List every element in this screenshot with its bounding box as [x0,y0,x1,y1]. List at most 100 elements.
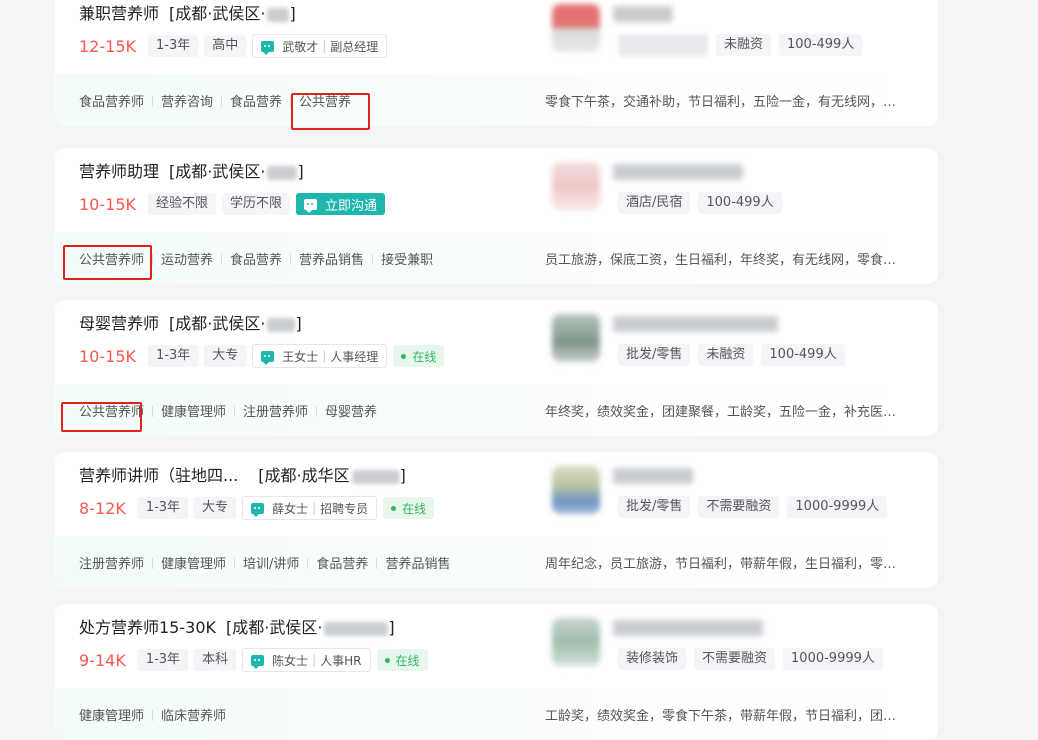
recruiter-role: 人事HR [320,653,362,668]
recruiter-name: 王女士 [282,349,319,364]
company-logo[interactable] [552,314,600,362]
company-name-redacted[interactable] [613,468,693,484]
experience-tag: 1-3年 [147,35,199,57]
size-tag: 100-499人 [698,192,782,214]
skill-tag: 培训/讲师 [226,553,299,572]
skill-tag: 营养品销售 [282,249,364,268]
job-card[interactable]: 母婴营养师 [成都·武侯区·] 10-15K 1-3年 大专 王女士 | 人事经理 在… [55,300,938,436]
funding-tag: 未融资 [698,344,754,366]
redacted-text [267,317,296,332]
skill-tag: 母婴营养 [308,401,377,420]
company-name-redacted[interactable] [613,164,743,180]
chat-now-button[interactable]: 立即沟通 [296,193,386,215]
recruiter-role: 副总经理 [330,39,379,54]
skill-tag: 健康管理师 [144,553,226,572]
job-location: [成都·成华区 [258,466,350,485]
size-tag: 100-499人 [779,34,863,56]
salary: 12-15K [79,36,136,56]
job-location: [成都·武侯区· [226,618,323,637]
recruiter-role: 招聘专员 [320,501,369,516]
redacted-text [267,7,290,22]
job-title[interactable]: 母婴营养师 [79,314,159,333]
skill-tag: 运动营养 [144,249,213,268]
chat-icon [261,40,275,55]
skill-tag: 食品营养 [213,91,282,110]
education-tag: 本科 [194,649,237,671]
job-card[interactable]: 兼职营养师 [成都·武侯区·] 12-15K 1-3年 高中 武敬才 | 副总经理 未… [55,0,938,126]
recruiter-info[interactable]: 王女士 | 人事经理 [252,344,388,368]
funding-tag: 未融资 [716,34,772,56]
recruiter-name: 武敬才 [282,39,319,54]
industry-tag: 批发/零售 [618,344,691,366]
funding-tag: 不需要融资 [698,496,780,518]
online-status-badge: 在线 [383,497,435,519]
chat-icon [251,654,265,669]
job-location: [成都·武侯区· [169,4,266,23]
chat-icon [261,350,275,365]
company-logo[interactable] [552,466,600,514]
job-title[interactable]: 兼职营养师 [79,4,159,23]
industry-tag-redacted [618,34,708,56]
welfare-text: 周年纪念，员工旅游，节日福利，带薪年假，生日福利，零… [545,557,897,572]
job-card[interactable]: 处方营养师15-30K [成都·武侯区·] 9-14K 1-3年 本科 陈女士 | 人… [55,604,938,740]
company-name-redacted[interactable] [613,6,673,22]
salary: 9-14K [79,650,126,670]
online-status-badge: 在线 [393,345,445,367]
salary: 10-15K [79,346,136,366]
job-title[interactable]: 处方营养师15-30K [79,618,216,637]
job-title[interactable]: 营养师讲师（驻地四... [79,466,238,485]
job-location-end: ] [295,314,302,333]
company-logo[interactable] [552,162,600,210]
welfare-text: 员工旅游，保底工资，生日福利，年终奖，有无线网，零食… [545,253,897,268]
skill-tag: 接受兼职 [364,249,433,268]
welfare-text: 年终奖，绩效奖金，团建聚餐，工龄奖，五险一金，补充医… [545,405,897,420]
recruiter-info[interactable]: 薛女士 | 招聘专员 [242,496,378,520]
company-logo[interactable] [552,618,600,666]
chat-icon [251,502,265,517]
skill-tag: 食品营养 [213,249,282,268]
job-location-end: ] [388,618,395,637]
skill-tag: 营养品销售 [368,553,450,572]
job-location-end: ] [297,162,304,181]
job-title-line[interactable]: 营养师助理 [成都·武侯区·] [79,158,304,182]
experience-tag: 经验不限 [147,193,216,215]
company-name-redacted[interactable] [613,620,763,636]
job-title-line[interactable]: 兼职营养师 [成都·武侯区·] [79,0,296,24]
job-card[interactable]: 营养师讲师（驻地四... [成都·成华区] 8-12K 1-3年 大专 薛女士 | 招… [55,452,938,588]
job-title[interactable]: 营养师助理 [79,162,159,181]
industry-tag: 装修装饰 [618,648,687,670]
education-tag: 高中 [204,35,247,57]
skill-tag: 营养咨询 [144,91,213,110]
industry-tag: 批发/零售 [618,496,691,518]
chat-now-label: 立即沟通 [325,198,378,214]
job-card[interactable]: 营养师助理 [成都·武侯区·] 10-15K 经验不限 学历不限 立即沟通 酒店/… [55,148,938,284]
size-tag: 1000-9999人 [787,496,888,518]
skill-tag: 临床营养师 [144,705,226,724]
company-logo[interactable] [552,4,600,52]
highlight-box [61,402,142,432]
highlight-box [291,93,370,130]
skill-tag: 健康管理师 [144,401,226,420]
job-location: [成都·武侯区· [169,314,266,333]
industry-tag: 酒店/民宿 [618,192,691,214]
salary: 10-15K [79,194,136,214]
chat-icon [304,198,318,213]
welfare-text: 工龄奖，绩效奖金，零食下午茶，带薪年假，节日福利，团… [545,709,897,724]
recruiter-info[interactable]: 武敬才 | 副总经理 [252,34,388,58]
size-tag: 100-499人 [761,344,845,366]
job-location: [成都·武侯区· [169,162,266,181]
skill-tag: 食品营养 [299,553,368,572]
recruiter-name: 陈女士 [272,653,309,668]
job-title-line[interactable]: 母婴营养师 [成都·武侯区·] [79,310,302,334]
experience-tag: 1-3年 [137,649,189,671]
redacted-text [351,469,400,484]
job-title-line[interactable]: 营养师讲师（驻地四... [成都·成华区] [79,462,406,486]
skill-tag: 注册营养师 [79,557,145,572]
education-tag: 大专 [204,345,247,367]
redacted-text [267,165,298,180]
skill-tag: 注册营养师 [226,401,308,420]
skill-tag: 食品营养师 [79,95,145,110]
company-name-redacted[interactable] [613,316,778,332]
recruiter-info[interactable]: 陈女士 | 人事HR [242,648,371,672]
job-title-line[interactable]: 处方营养师15-30K [成都·武侯区·] [79,614,395,638]
